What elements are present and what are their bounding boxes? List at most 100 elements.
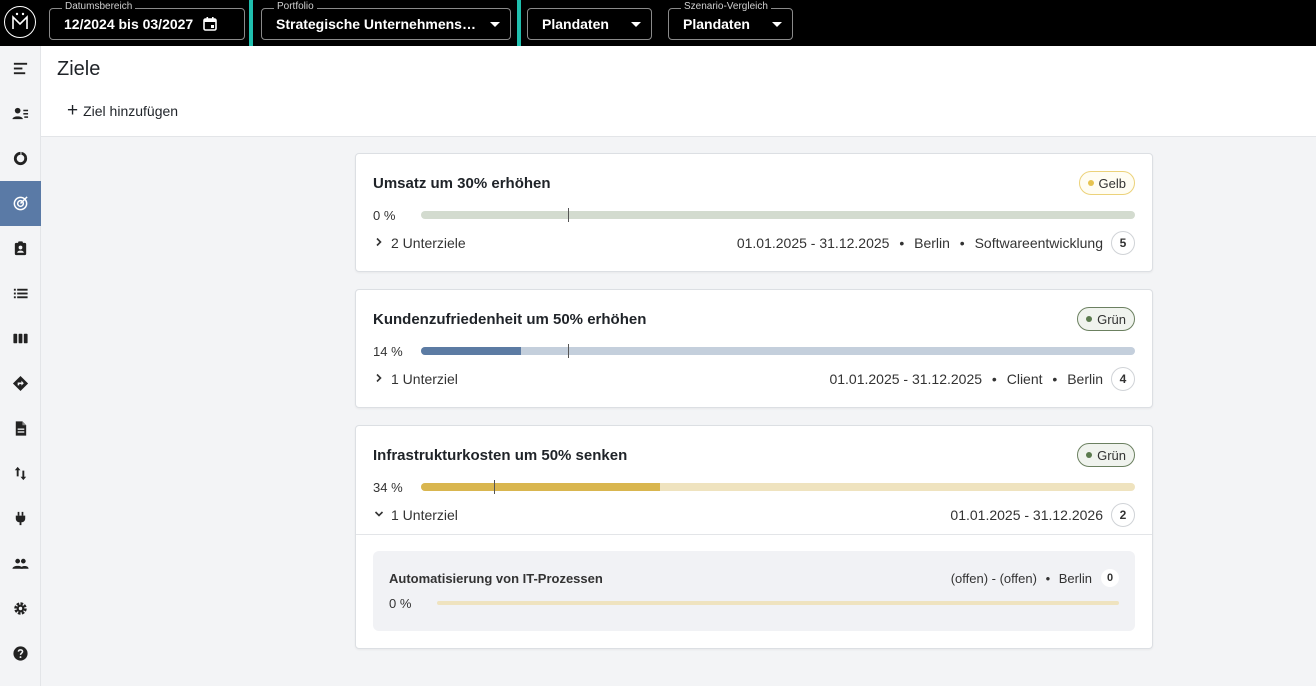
chevron-down-icon	[373, 508, 385, 523]
portfolio-select[interactable]: Portfolio Strategische Unternehmens…	[261, 1, 511, 40]
status-label: Gelb	[1098, 175, 1126, 191]
chevron-right-icon	[373, 236, 385, 251]
goal-meta: 01.01.2025 - 31.12.2026	[950, 507, 1103, 523]
chevron-down-icon	[630, 21, 641, 27]
chevron-right-icon	[373, 372, 385, 387]
progress-target-marker	[494, 480, 495, 494]
subgoals-toggle[interactable]: 1 Unterziel	[373, 371, 458, 387]
separator-dot: •	[1052, 371, 1058, 387]
progress-bar	[421, 347, 1135, 355]
goal-location: Berlin	[914, 235, 950, 251]
goal-date-range: 01.01.2025 - 31.12.2026	[950, 507, 1103, 523]
subgoal-progress-percent: 0 %	[389, 596, 412, 611]
document-icon	[15, 421, 27, 436]
progress-fill	[421, 483, 661, 491]
subgoals-label: 2 Unterziele	[391, 235, 466, 251]
progress-fill	[421, 347, 521, 355]
subgoal-count-badge: 0	[1101, 569, 1119, 587]
status-dot	[1087, 180, 1094, 186]
subgoal-progress-bar	[437, 601, 1119, 605]
status-badge: Grün	[1077, 443, 1135, 467]
separator-dot: •	[959, 235, 965, 251]
subgoal-meta: (offen) - (offen) • Berlin	[951, 571, 1092, 586]
scenario-select[interactable]: Szenario-Vergleich Plandaten	[668, 1, 793, 40]
progress-bar	[421, 483, 1135, 491]
sidebar-item-integrations[interactable]	[0, 496, 41, 541]
user-list-icon	[12, 107, 29, 120]
assignment-icon	[14, 241, 27, 256]
target-icon	[13, 196, 28, 211]
sidebar-item-users[interactable]	[0, 541, 41, 586]
swap-vertical-icon	[14, 466, 27, 481]
subgoals-toggle[interactable]: 1 Unterziel	[373, 507, 458, 523]
goal-title: Infrastrukturkosten um 50% senken	[373, 447, 628, 464]
sidebar-item-import-export[interactable]	[0, 451, 41, 496]
help-icon	[13, 646, 28, 661]
plus-icon: +	[67, 100, 79, 121]
scenario-legend: Szenario-Vergleich	[681, 1, 771, 13]
date-range-value: 12/2024 bis 03/2027	[64, 16, 194, 32]
plandata-select[interactable]: Plandaten	[527, 8, 652, 40]
route-sign-icon	[12, 375, 29, 392]
goal-location: Berlin	[1067, 371, 1103, 387]
chevron-down-icon	[489, 21, 500, 27]
list-icon	[13, 288, 28, 299]
progress-bar	[421, 211, 1135, 219]
progress-target-marker	[568, 344, 569, 358]
goal-count-badge: 2	[1111, 503, 1135, 527]
sidebar-item-help[interactable]	[0, 631, 41, 676]
sidebar-item-assignments[interactable]	[0, 226, 41, 271]
subgoal-item[interactable]: Automatisierung von IT-Prozessen (offen)…	[373, 551, 1135, 631]
sidebar-item-documents[interactable]	[0, 406, 41, 451]
calendar-icon[interactable]	[202, 16, 218, 32]
sidebar-item-menu[interactable]	[0, 46, 41, 91]
goal-card[interactable]: Umsatz um 30% erhöhen Gelb 0 % 2 Unterzi…	[355, 153, 1153, 272]
scenario-value: Plandaten	[683, 16, 750, 32]
menu-collapse-icon	[13, 62, 28, 75]
status-badge: Grün	[1077, 307, 1135, 331]
sidebar-item-resources[interactable]	[0, 91, 41, 136]
goal-department: Softwareentwicklung	[974, 235, 1103, 251]
goal-client: Client	[1006, 371, 1043, 387]
status-label: Grün	[1097, 311, 1126, 327]
sidebar-item-settings[interactable]	[0, 586, 41, 631]
goal-meta: 01.01.2025 - 31.12.2025 • Berlin • Softw…	[737, 235, 1103, 251]
date-range-field[interactable]: Datumsbereich 12/2024 bis 03/2027	[49, 1, 245, 40]
page-header: Ziele + Ziel hinzufügen	[41, 46, 1316, 137]
goal-date-range: 01.01.2025 - 31.12.2025	[736, 235, 890, 251]
date-range-legend: Datumsbereich	[62, 1, 136, 13]
status-label: Grün	[1097, 447, 1126, 463]
progress-percent: 0 %	[373, 208, 396, 223]
plandata-value: Plandaten	[542, 16, 609, 32]
separator-dot: •	[1045, 571, 1051, 586]
subgoal-date-range: (offen) - (offen)	[950, 571, 1037, 586]
portfolio-value: Strategische Unternehmens…	[276, 16, 476, 32]
progress-target-marker	[568, 208, 569, 222]
separator-dot: •	[899, 235, 905, 251]
goal-count-badge: 4	[1111, 367, 1135, 391]
columns-icon	[13, 333, 28, 344]
people-icon	[12, 558, 29, 569]
app-logo[interactable]	[4, 6, 36, 38]
goal-card[interactable]: Kundenzufriedenheit um 50% erhöhen Grün …	[355, 289, 1153, 408]
plug-icon	[15, 511, 26, 526]
sidebar-item-board[interactable]	[0, 316, 41, 361]
divider	[356, 534, 1152, 535]
status-dot	[1086, 316, 1093, 322]
goal-date-range: 01.01.2025 - 31.12.2025	[829, 371, 983, 387]
sidebar-item-dashboard[interactable]	[0, 136, 41, 181]
add-goal-button[interactable]: + Ziel hinzufügen	[67, 100, 179, 121]
sidebar-item-list[interactable]	[0, 271, 41, 316]
add-goal-label: Ziel hinzufügen	[83, 103, 179, 119]
status-badge: Gelb	[1078, 171, 1135, 195]
portfolio-legend: Portfolio	[274, 1, 317, 13]
donut-chart-icon	[13, 150, 29, 166]
sidebar-item-goals[interactable]	[0, 181, 41, 226]
sidebar-item-roadmap[interactable]	[0, 361, 41, 406]
settings-icon	[14, 602, 27, 615]
subgoals-label: 1 Unterziel	[391, 371, 458, 387]
goal-card[interactable]: Infrastrukturkosten um 50% senken Grün 3…	[355, 425, 1153, 649]
status-dot	[1086, 452, 1093, 458]
goal-title: Umsatz um 30% erhöhen	[373, 175, 551, 192]
subgoals-toggle[interactable]: 2 Unterziele	[373, 235, 466, 251]
